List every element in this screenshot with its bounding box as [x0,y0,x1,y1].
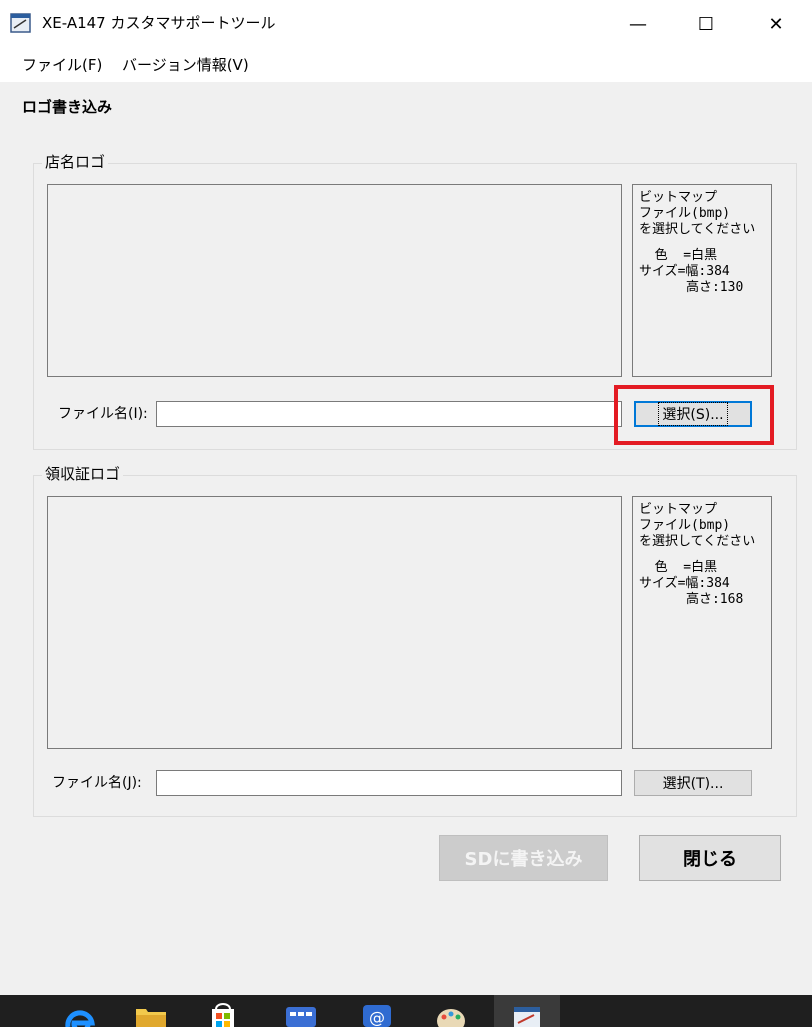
receipt-file-label: ファイル名(J): [52,775,142,791]
info-line: 色 =白黒 [639,248,718,263]
app-icon [514,1007,540,1027]
store-icon[interactable] [206,1003,240,1027]
info-line: 高さ:168 [639,592,744,607]
store-file-label: ファイル名(I): [58,406,148,422]
info-line: サイズ=幅:384 [639,264,730,279]
paint-icon[interactable] [434,1003,468,1027]
receipt-logo-info: ビットマップ ファイル(bmp) を選択してください 色 =白黒 サイズ=幅:3… [632,496,772,749]
info-line: ビットマップ [639,190,718,205]
app-icon [10,13,31,33]
taskbar: @ [0,995,812,1027]
maximize-button[interactable]: ☐ [672,0,740,48]
store-logo-label: 店名ロゴ [42,152,109,172]
info-line: ビットマップ [639,502,718,517]
highlight-box [614,385,774,445]
close-button[interactable]: 閉じる [639,835,781,881]
receipt-logo-label: 領収証ロゴ [42,464,124,484]
info-line: を選択してください [639,222,756,237]
active-task[interactable] [494,995,560,1027]
info-line: サイズ=幅:384 [639,576,730,591]
info-line: ファイル(bmp) [639,518,731,533]
close-window-button[interactable]: ✕ [742,0,810,48]
file-explorer-icon[interactable] [134,1003,168,1027]
store-logo-info: ビットマップ ファイル(bmp) を選択してください 色 =白黒 サイズ=幅:3… [632,184,772,377]
receipt-select-label: 選択(T)... [662,776,724,792]
menu-file[interactable]: ファイル(F) [22,54,102,76]
edge-icon[interactable] [62,1003,96,1027]
mail-icon[interactable]: @ [360,1003,394,1027]
info-line: を選択してください [639,534,756,549]
svg-text:@: @ [369,1008,385,1027]
title-bar: XE-A147 カスタマサポートツール — ☐ ✕ [0,0,812,48]
menu-version[interactable]: バージョン情報(V) [122,54,249,76]
section-title: ロゴ書き込み [22,98,113,116]
receipt-file-input[interactable] [156,770,622,796]
store-logo-preview [47,184,622,377]
write-sd-button[interactable]: SDに書き込み [439,835,608,881]
info-line: 色 =白黒 [639,560,718,575]
minimize-button[interactable]: — [604,0,672,48]
receipt-select-button[interactable]: 選択(T)... [634,770,752,796]
receipt-logo-preview [47,496,622,749]
app-grid-icon[interactable] [284,1003,318,1027]
window-title: XE-A147 カスタマサポートツール [42,14,276,32]
info-line: ファイル(bmp) [639,206,731,221]
menu-bar: ファイル(F) バージョン情報(V) [0,48,812,82]
receipt-logo-group: 領収証ロゴ ビットマップ ファイル(bmp) を選択してください 色 =白黒 サ… [33,464,797,817]
store-file-input[interactable] [156,401,622,427]
info-line: 高さ:130 [639,280,744,295]
